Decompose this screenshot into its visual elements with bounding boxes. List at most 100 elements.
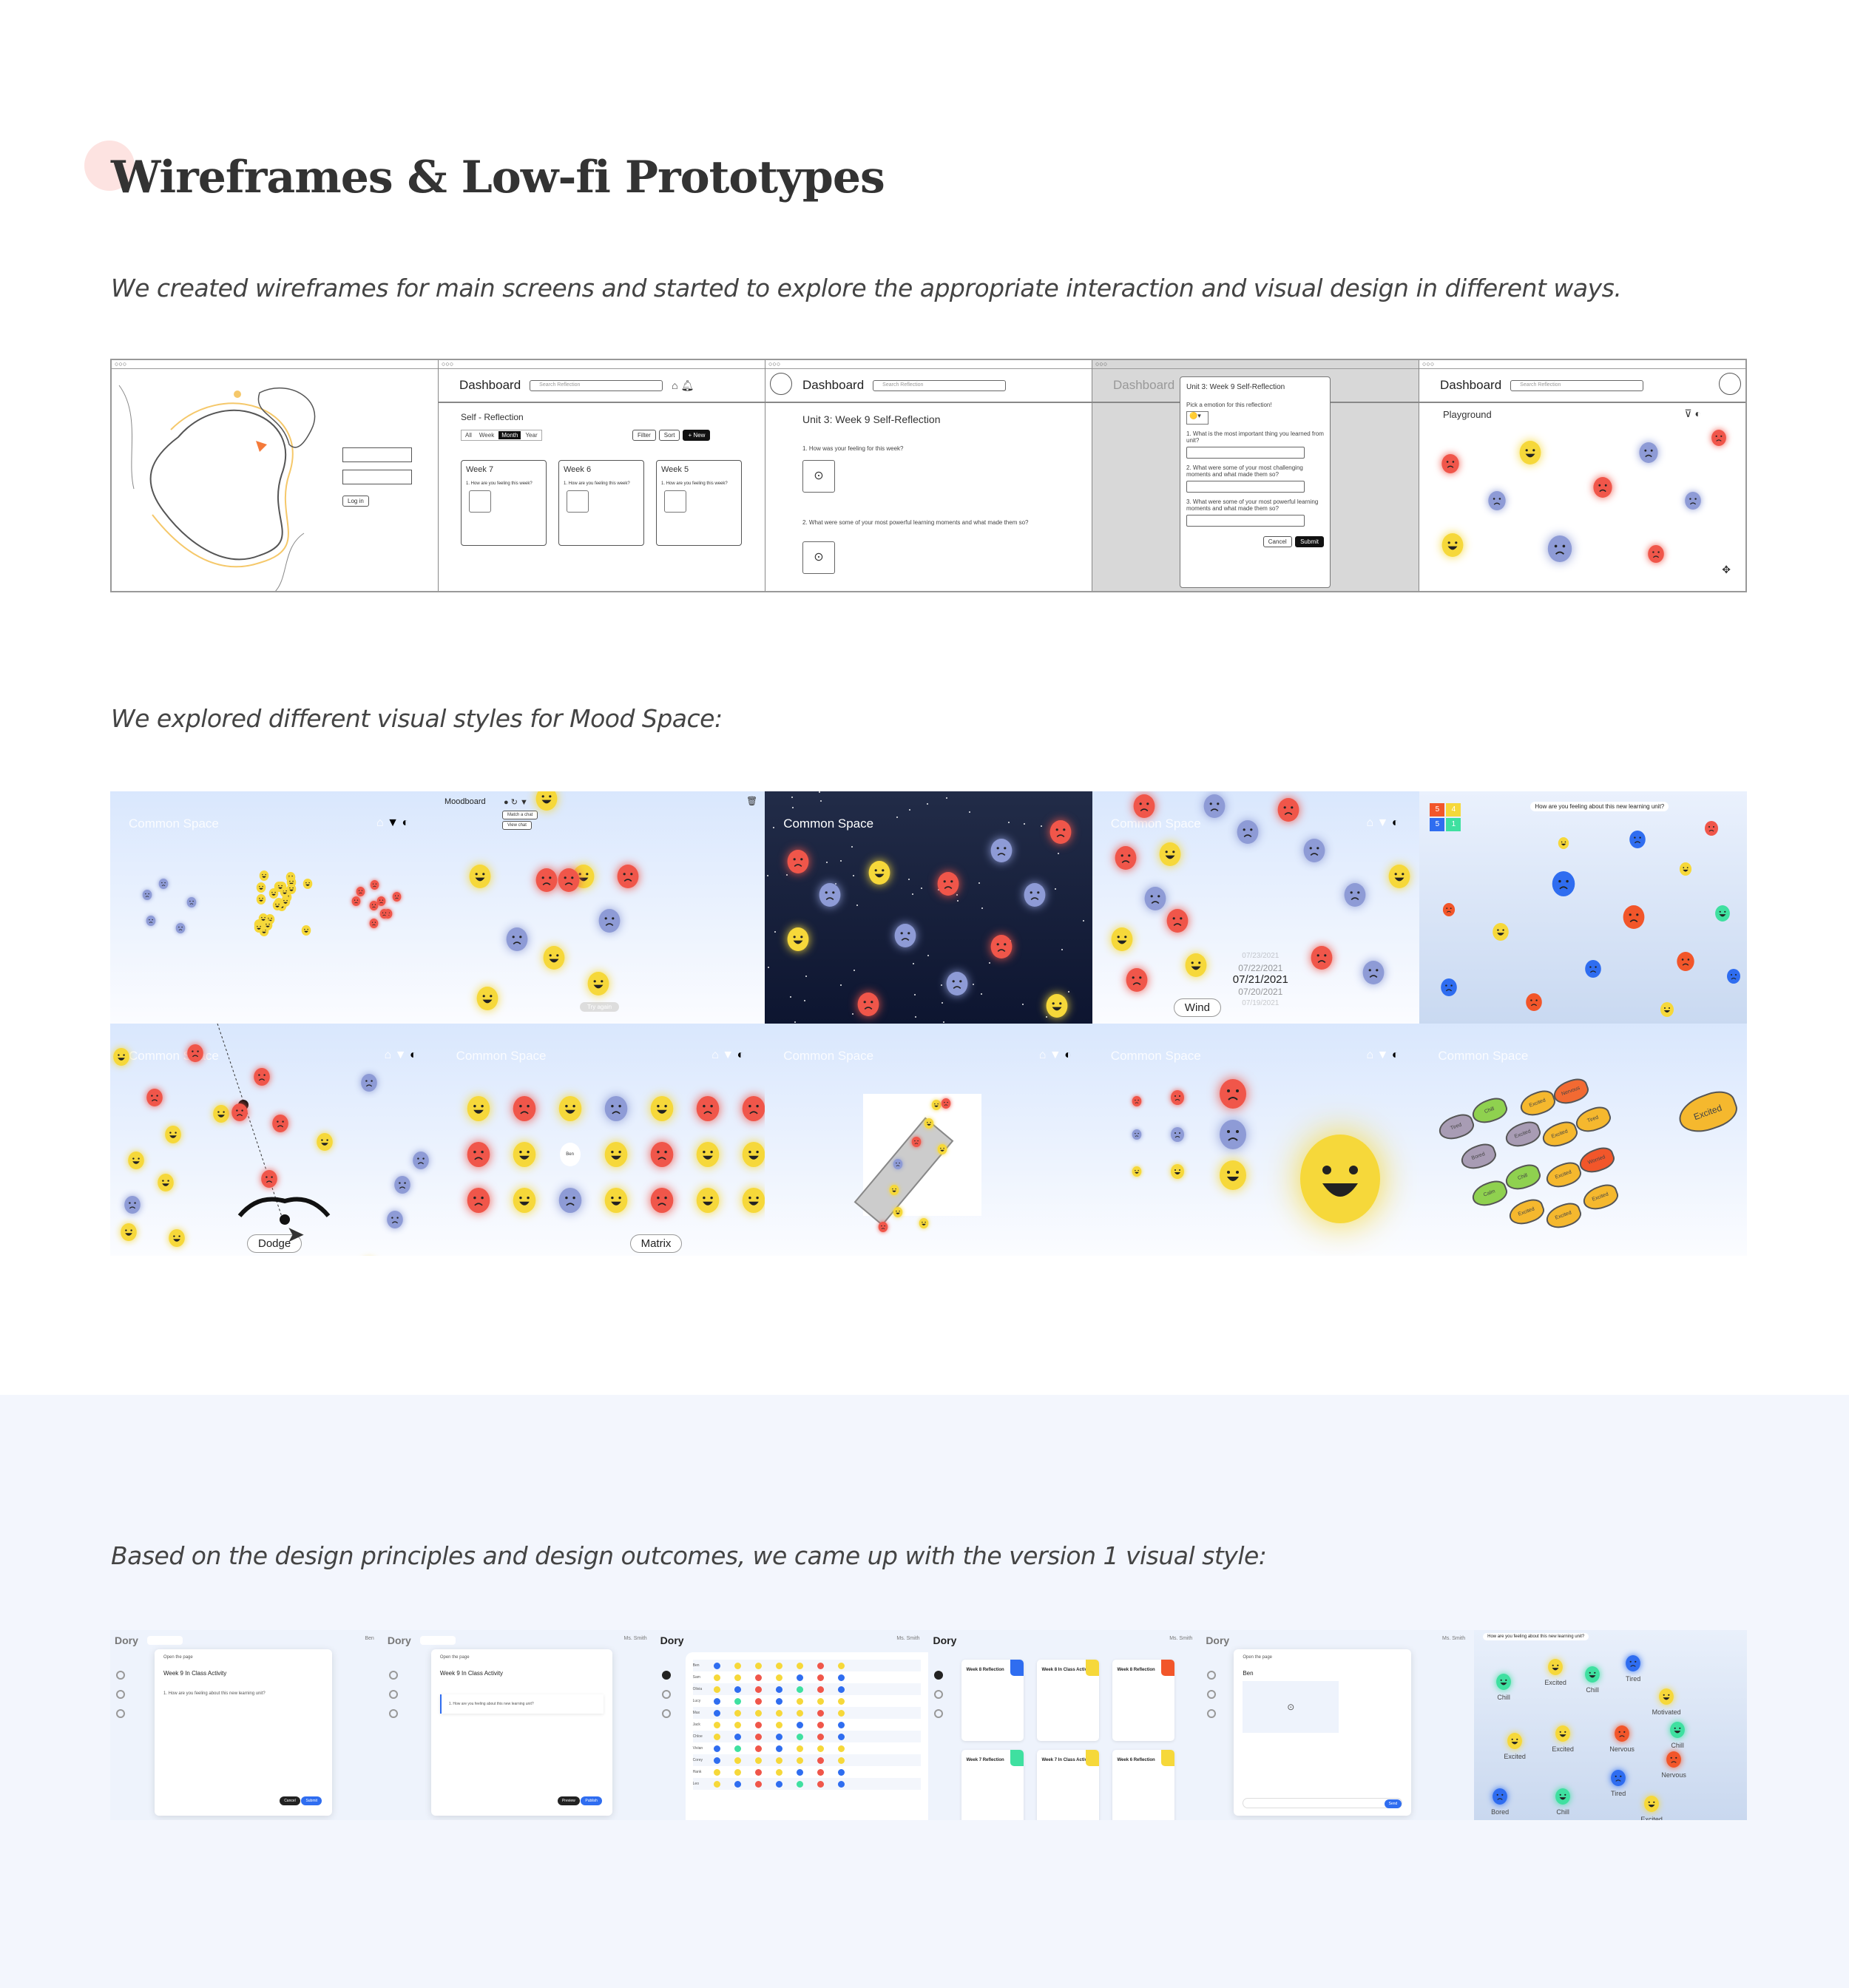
reflection-card[interactable]: Week 6 Reflection — [1112, 1750, 1175, 1820]
question-prompt[interactable]: How are you feeling about this new learn… — [1483, 1633, 1589, 1640]
submit-button[interactable]: Submit — [1295, 536, 1324, 547]
table-row[interactable]: Corey — [692, 1754, 922, 1766]
mood-cell — [817, 1733, 824, 1740]
star — [852, 1013, 854, 1015]
new-button[interactable]: + New — [683, 430, 711, 441]
emoji-face — [893, 1159, 903, 1173]
table-row[interactable]: Sam — [693, 1671, 922, 1683]
avatar[interactable] — [1719, 373, 1741, 395]
preview-button[interactable]: Preview — [557, 1796, 580, 1805]
send-button[interactable]: Send — [1384, 1799, 1402, 1808]
reflection-card[interactable]: Week 8 Reflection — [961, 1660, 1024, 1741]
moodboard-icons[interactable]: ● ↻ ▼ — [504, 797, 528, 807]
emoji-face — [695, 1142, 720, 1171]
reflection-card[interactable]: Week 7 In Class Activity — [1037, 1750, 1100, 1820]
wind-mode-button[interactable]: Wind — [1173, 998, 1221, 1017]
user-face-ben[interactable]: Ben — [559, 1143, 581, 1166]
emoji-face — [695, 1188, 720, 1217]
emoji-face — [1302, 839, 1326, 866]
week-card[interactable]: Week 5 1. How are you feeling this week? — [656, 460, 742, 546]
user-name: Ben — [365, 1636, 374, 1641]
week-card[interactable]: Week 6 1. How are you feeling this week? — [558, 460, 644, 546]
star — [941, 1001, 943, 1004]
emoji-face — [542, 946, 566, 973]
emoji-face — [379, 908, 389, 922]
sort-button[interactable]: Sort — [658, 430, 680, 441]
search-input[interactable] — [147, 1636, 183, 1645]
emoji-face — [186, 1044, 204, 1066]
mood-cell — [734, 1697, 741, 1705]
view-chat-button[interactable]: View chat — [502, 821, 532, 830]
reflection-card[interactable]: Week 8 In Class Activity — [1037, 1660, 1100, 1741]
toolbar-icons[interactable]: ⌂ ▼ ◐ — [1039, 1049, 1072, 1062]
table-row[interactable]: Jack — [693, 1719, 922, 1731]
toolbar-icons[interactable]: ⌂ ▼ ◐ — [711, 1049, 744, 1062]
filter-icon[interactable]: ⊽ ◐ — [1684, 408, 1701, 420]
table-row[interactable]: Vivian — [693, 1742, 922, 1754]
reflection-card[interactable]: Week 8 Reflection — [1112, 1660, 1175, 1741]
record-button[interactable]: ⊙ — [802, 460, 835, 493]
mood-cell — [796, 1768, 803, 1776]
date-picker[interactable]: 07/23/2021 07/22/2021 07/21/2021 07/20/2021… — [1233, 950, 1288, 1010]
submit-button[interactable]: Submit — [301, 1796, 322, 1805]
star — [1061, 948, 1063, 950]
direction-pad-icon[interactable]: ✥ — [1722, 564, 1731, 576]
tab-all[interactable]: All — [462, 431, 475, 439]
emotion-label: Excited — [1504, 1753, 1526, 1760]
tab-year[interactable]: Year — [522, 431, 540, 439]
brand-logo: Dory — [115, 1634, 138, 1646]
matrix-mode-button[interactable]: Matrix — [629, 1234, 683, 1253]
reflection-card[interactable]: Week 7 Reflection — [961, 1750, 1024, 1820]
emoji-face — [786, 927, 810, 955]
mood-cell — [713, 1780, 720, 1788]
mood-cell — [713, 1686, 720, 1693]
emoji-face — [1362, 961, 1385, 988]
table-row[interactable]: Lucy — [693, 1695, 922, 1707]
open-page-link[interactable]: Open the page — [1243, 1655, 1402, 1660]
filter-button[interactable]: Filter — [632, 430, 656, 441]
trash-icon[interactable]: 🗑︎ — [746, 796, 757, 806]
table-row[interactable]: Ben — [692, 1660, 922, 1671]
question-block[interactable]: 1. How are you feeling about this new le… — [439, 1694, 604, 1714]
search-input[interactable]: Search Reflection — [1510, 379, 1644, 391]
cancel-button[interactable]: Cancel — [280, 1796, 300, 1805]
open-page-link[interactable]: Open the page — [440, 1655, 604, 1660]
table-row[interactable]: Max — [692, 1707, 922, 1719]
record-button[interactable]: ⊙ — [802, 541, 835, 574]
wireframe-strip: ○○○ Log in ○○○ Dashboard Search Reflectio… — [110, 359, 1747, 592]
login-button[interactable]: Log in — [342, 496, 369, 507]
answer-input[interactable] — [1186, 515, 1305, 527]
emoji-face — [649, 1188, 675, 1217]
reflection-modal: Unit 3: Week 9 Self-Reflection Pick a em… — [1180, 376, 1331, 588]
video-player[interactable]: ⊙ — [1243, 1681, 1339, 1733]
cancel-button[interactable]: Cancel — [1262, 536, 1292, 547]
week-card[interactable]: Week 7 1. How are you feeling this week? — [461, 460, 547, 546]
match-chat-button[interactable]: Match a chat — [502, 811, 538, 819]
toolbar-icons[interactable]: ⌂ ▼ ◐ — [1366, 1049, 1399, 1062]
publish-button[interactable]: Publish — [581, 1796, 602, 1805]
emotion-select[interactable]: 🟡▾ — [1186, 411, 1209, 425]
search-input[interactable]: Search Reflection — [873, 379, 1007, 391]
toolbar-icons[interactable]: ⌂ ▼ ◐ — [376, 816, 409, 830]
tab-week[interactable]: Week — [476, 431, 497, 439]
toolbar-icons[interactable]: ⌂ ▼ ◐ — [1366, 816, 1399, 830]
table-row[interactable]: Leo — [692, 1778, 922, 1790]
home-bell-icons[interactable]: ⌂ 🔔︎ — [672, 379, 694, 392]
mood-cell — [837, 1733, 845, 1740]
avatar[interactable] — [770, 373, 792, 395]
emoji-face — [1610, 1770, 1626, 1790]
answer-input[interactable] — [1186, 481, 1305, 493]
emoji-face — [186, 897, 197, 911]
mood-cell — [775, 1674, 782, 1681]
tab-month[interactable]: Month — [498, 431, 521, 439]
emoji-face — [598, 909, 621, 936]
search-input[interactable] — [419, 1636, 456, 1645]
table-row[interactable]: Olivia — [692, 1683, 922, 1695]
question-3: 3. What were some of your most powerful … — [1186, 498, 1319, 512]
search-input[interactable]: Search Reflection — [530, 379, 663, 391]
table-row[interactable]: Chloe — [692, 1731, 922, 1742]
answer-input[interactable] — [1186, 447, 1305, 459]
open-page-link[interactable]: Open the page — [163, 1655, 323, 1660]
table-row[interactable]: Hank — [693, 1766, 922, 1778]
try-again-button[interactable]: Try again — [580, 1002, 620, 1012]
